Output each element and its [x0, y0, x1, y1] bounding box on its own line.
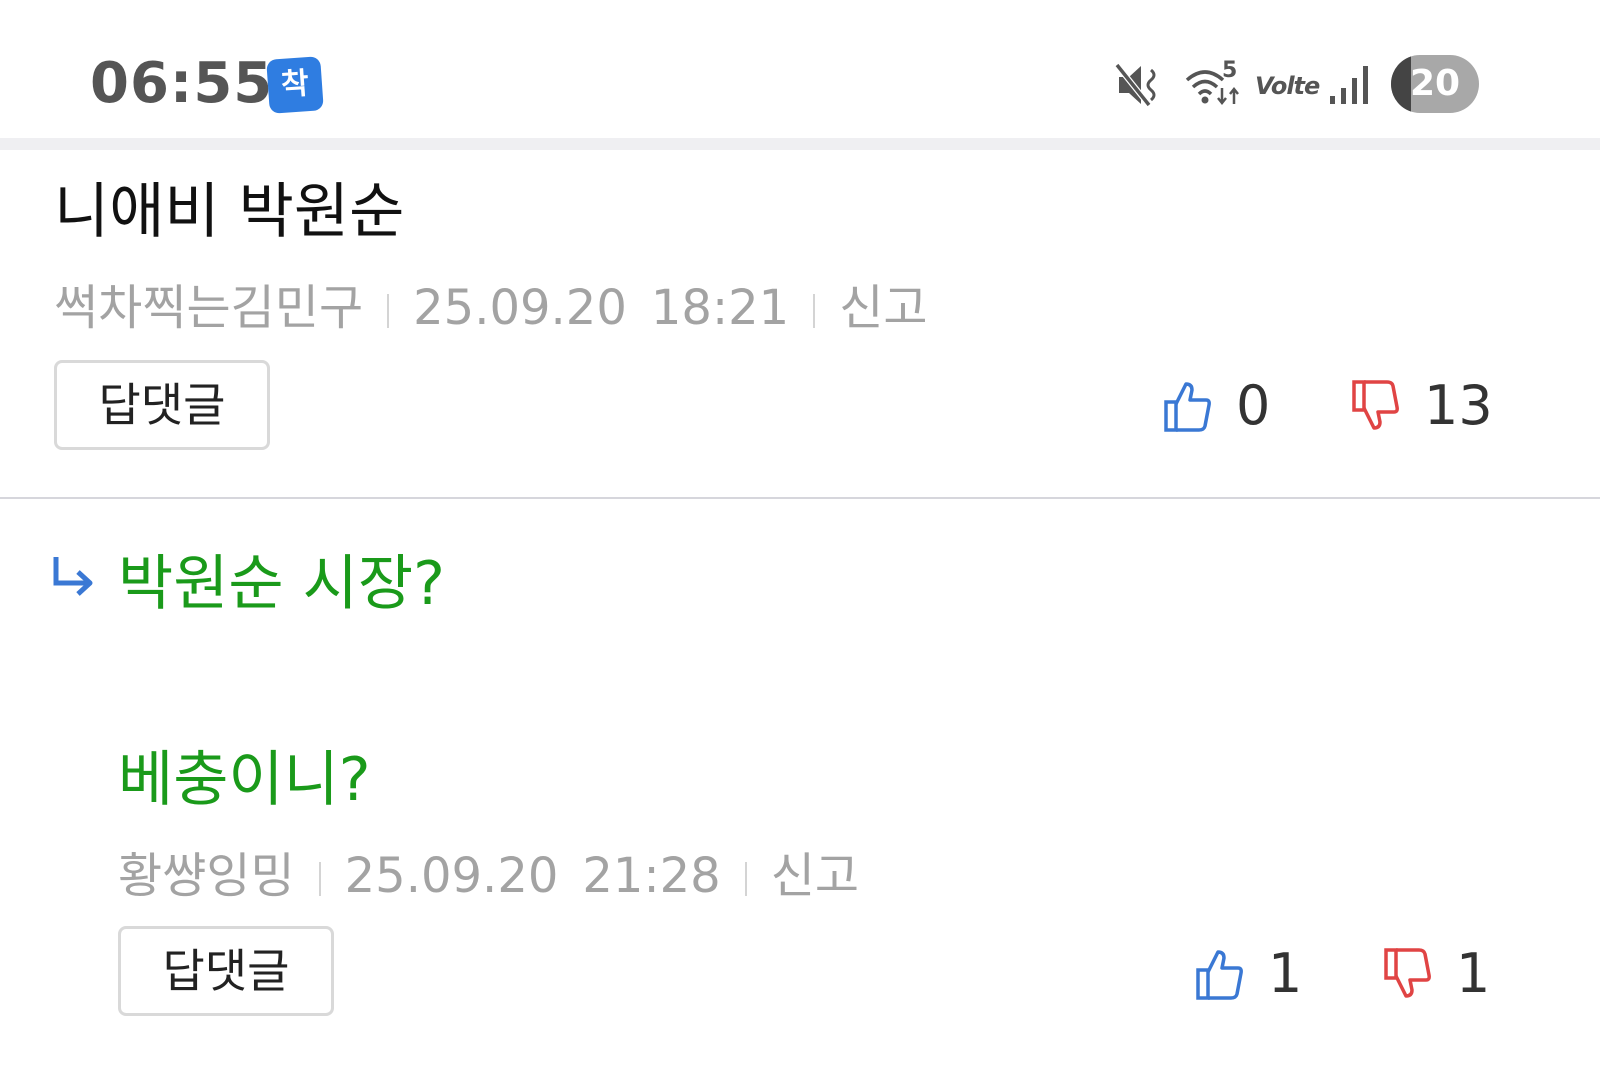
- dislike-count: 13: [1424, 374, 1493, 437]
- reply-meta: 황썅잉밍 25.09.20 21:28 신고: [118, 848, 859, 904]
- like-button[interactable]: 0: [1162, 376, 1270, 436]
- wifi-activity-arrows-icon: [1217, 86, 1239, 106]
- reply-like-count: 1: [1268, 942, 1303, 1005]
- reply-like-button[interactable]: 1: [1194, 944, 1302, 1004]
- status-time: 06:55: [90, 51, 274, 116]
- reply-dislike-count: 1: [1456, 942, 1491, 1005]
- signal-icon: [1330, 66, 1368, 104]
- comment-author[interactable]: 썩차찍는김민구: [54, 280, 363, 336]
- meta-separator: [813, 294, 816, 328]
- thumbs-down-icon: [1352, 380, 1399, 430]
- thumbs-down-icon: [1384, 948, 1431, 998]
- app-notification-icon: 착: [266, 56, 324, 114]
- meta-separator: [387, 294, 390, 328]
- status-bar: 06:55 착 5 Volte 20: [0, 0, 1600, 140]
- reply-time: 21:28: [582, 848, 721, 904]
- comment-time: 18:21: [650, 280, 790, 336]
- reply-report-link[interactable]: 신고: [771, 848, 859, 904]
- reply-date: 25.09.20: [344, 848, 559, 904]
- battery-level: 20: [1409, 63, 1461, 104]
- reply-text-line-1: 박원순 시장?: [118, 549, 445, 619]
- battery-indicator: 20: [1391, 55, 1479, 113]
- thumbs-up-icon: [1196, 950, 1243, 1000]
- reply-reply-button[interactable]: 답댓글: [118, 926, 334, 1016]
- meta-separator: [744, 862, 747, 896]
- reply-text-line-2: 베충이니?: [118, 745, 371, 815]
- screen: 06:55 착 5 Volte 20 니애비 박원순 썩차찍는김민구 25.09…: [0, 0, 1600, 1085]
- report-link[interactable]: 신고: [839, 280, 927, 336]
- reply-author[interactable]: 황썅잉밍: [118, 848, 295, 904]
- comment-text: 니애비 박원순: [54, 177, 405, 247]
- section-divider: [0, 138, 1600, 150]
- comment-meta: 썩차찍는김민구 25.09.20 18:21 신고: [54, 280, 928, 336]
- wifi-band-label: 5: [1222, 58, 1238, 83]
- reply-button[interactable]: 답댓글: [54, 360, 270, 450]
- reply-dislike-button[interactable]: 1: [1382, 944, 1490, 1004]
- comment-date: 25.09.20: [413, 280, 627, 336]
- meta-separator: [318, 862, 321, 896]
- mute-icon: [1115, 63, 1156, 107]
- comment-divider: [0, 497, 1600, 499]
- thumbs-up-icon: [1164, 382, 1211, 432]
- reply-arrow-icon: [53, 557, 93, 596]
- volte-label: Volte: [1255, 72, 1320, 100]
- like-count: 0: [1236, 374, 1271, 437]
- dislike-button[interactable]: 13: [1350, 376, 1493, 436]
